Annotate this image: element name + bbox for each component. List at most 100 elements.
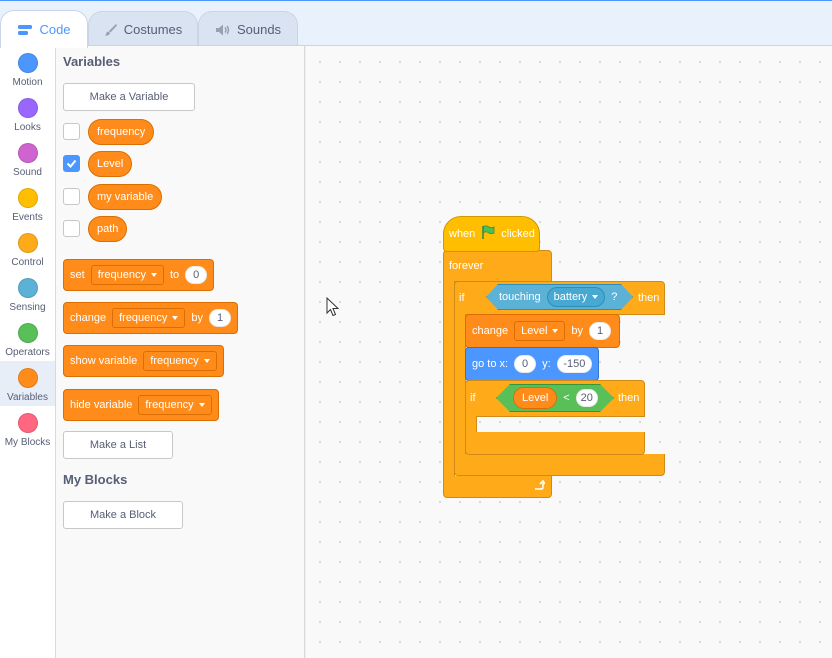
checkmark-icon bbox=[66, 159, 77, 168]
sensing-color-dot bbox=[17, 278, 38, 298]
tab-costumes[interactable]: Costumes bbox=[88, 11, 198, 47]
y-input[interactable]: -150 bbox=[556, 355, 592, 373]
category-motion[interactable]: Motion bbox=[0, 46, 55, 91]
dropdown-value: frequency bbox=[119, 312, 168, 324]
variable-reporter-my-variable[interactable]: my variable bbox=[88, 184, 163, 210]
category-operators[interactable]: Operators bbox=[0, 316, 55, 361]
operator-symbol: < bbox=[563, 392, 570, 404]
make-block-button[interactable]: Make a Block bbox=[63, 501, 183, 529]
motion-color-dot bbox=[17, 53, 38, 73]
category-sensing[interactable]: Sensing bbox=[0, 271, 55, 316]
hide-variable-block[interactable]: hide variable frequency bbox=[63, 389, 219, 421]
touching-label: touching bbox=[499, 291, 541, 303]
change-variable-block[interactable]: change frequency by 1 bbox=[63, 302, 239, 334]
hat-label-when: when bbox=[449, 228, 476, 240]
variable-checkbox-level[interactable] bbox=[63, 155, 80, 172]
less-than-operator[interactable]: Level < 20 bbox=[496, 384, 614, 412]
variables-heading: Variables bbox=[63, 54, 121, 69]
tab-label: Costumes bbox=[123, 22, 183, 37]
if-level-arm bbox=[465, 416, 477, 433]
operators-color-dot bbox=[17, 323, 38, 343]
x-input[interactable]: 0 bbox=[514, 355, 537, 373]
block-label: hide variable bbox=[70, 399, 133, 411]
top-accent-line bbox=[0, 0, 832, 1]
forever-footer bbox=[443, 476, 552, 498]
dropdown-value: frequency bbox=[145, 399, 194, 411]
category-label: Sensing bbox=[9, 302, 46, 313]
my-blocks-color-dot bbox=[17, 413, 38, 433]
category-events[interactable]: Events bbox=[0, 181, 55, 226]
dropdown-value: frequency bbox=[97, 269, 146, 281]
code-icon bbox=[17, 24, 33, 36]
if-label: if bbox=[459, 292, 465, 304]
category-control[interactable]: Control bbox=[0, 226, 55, 271]
category-variables[interactable]: Variables bbox=[0, 361, 55, 406]
variable-dropdown[interactable]: frequency bbox=[138, 395, 212, 415]
category-sound[interactable]: Sound bbox=[0, 136, 55, 181]
scratch-editor: Code Costumes Sounds Motion Looks Sound bbox=[0, 0, 832, 658]
dropdown-caret-icon bbox=[172, 316, 179, 320]
category-looks[interactable]: Looks bbox=[0, 91, 55, 136]
variable-dropdown[interactable]: frequency bbox=[143, 351, 217, 371]
make-list-button[interactable]: Make a List bbox=[63, 431, 173, 459]
variable-dropdown[interactable]: Level bbox=[514, 321, 566, 341]
if-level-footer bbox=[465, 432, 645, 455]
variable-checkbox-frequency[interactable] bbox=[63, 123, 80, 140]
touching-sensing-block[interactable]: touching battery ? bbox=[486, 284, 633, 310]
dropdown-value: Level bbox=[521, 325, 548, 337]
script-canvas[interactable]: forever when clicked if then touching ba… bbox=[306, 46, 832, 658]
category-label: Sound bbox=[13, 167, 42, 178]
value-input[interactable]: 1 bbox=[209, 309, 232, 327]
category-label: Variables bbox=[7, 392, 48, 403]
tab-code[interactable]: Code bbox=[0, 10, 88, 48]
category-my-blocks[interactable]: My Blocks bbox=[0, 406, 55, 451]
speaker-icon bbox=[215, 23, 231, 37]
sound-color-dot bbox=[17, 143, 38, 163]
category-menu: Motion Looks Sound Events Control Sensin… bbox=[0, 46, 56, 658]
question-label: ? bbox=[611, 291, 618, 303]
tab-label: Sounds bbox=[236, 22, 282, 37]
set-variable-block[interactable]: set frequency to 0 bbox=[63, 259, 215, 291]
make-variable-button[interactable]: Make a Variable bbox=[63, 83, 195, 111]
go-to-xy-block[interactable]: go to x: 0 y: -150 bbox=[465, 347, 599, 381]
hat-label-clicked: clicked bbox=[501, 228, 535, 240]
variable-reporter-level[interactable]: Level bbox=[88, 151, 133, 177]
category-label: Operators bbox=[5, 347, 50, 358]
block-label: go to x: bbox=[472, 358, 509, 370]
block-label: y: bbox=[542, 358, 551, 370]
variable-checkbox-my-variable[interactable] bbox=[63, 188, 80, 205]
block-label: change bbox=[472, 325, 509, 337]
forever-block[interactable]: forever bbox=[443, 250, 552, 282]
mouse-cursor-icon bbox=[326, 296, 340, 322]
dropdown-caret-icon bbox=[552, 329, 559, 333]
tab-sounds[interactable]: Sounds bbox=[198, 11, 298, 47]
change-level-block[interactable]: change Level by 1 bbox=[465, 314, 620, 348]
value-input[interactable]: 1 bbox=[589, 322, 612, 340]
when-flag-clicked-block[interactable]: when clicked bbox=[443, 216, 540, 252]
block-label: change bbox=[70, 312, 107, 324]
dropdown-value: frequency bbox=[150, 355, 199, 367]
dropdown-caret-icon bbox=[151, 273, 157, 277]
variable-reporter-path[interactable]: path bbox=[88, 216, 128, 242]
block-label: to bbox=[170, 269, 180, 281]
dropdown-caret-icon bbox=[198, 403, 205, 407]
forever-label: forever bbox=[449, 260, 484, 272]
block-label: by bbox=[571, 325, 584, 337]
variable-checkbox-path[interactable] bbox=[63, 220, 80, 237]
then-label: then bbox=[638, 292, 660, 304]
compare-value-input[interactable]: 20 bbox=[576, 389, 598, 407]
variable-dropdown[interactable]: frequency bbox=[112, 308, 186, 328]
loop-arrow-icon bbox=[533, 479, 546, 497]
variable-dropdown[interactable]: frequency bbox=[90, 265, 164, 285]
level-reporter[interactable]: Level bbox=[513, 387, 557, 409]
show-variable-block[interactable]: show variable frequency bbox=[63, 345, 224, 377]
then-label: then bbox=[618, 392, 640, 404]
editor-tabs: Code Costumes Sounds bbox=[0, 2, 832, 48]
touching-target-dropdown[interactable]: battery bbox=[547, 287, 606, 307]
if-touching-footer bbox=[454, 454, 665, 476]
category-label: Control bbox=[11, 257, 44, 268]
value-input[interactable]: 0 bbox=[185, 266, 208, 284]
category-label: My Blocks bbox=[4, 437, 51, 448]
my-blocks-heading: My Blocks bbox=[63, 472, 128, 487]
variable-reporter-frequency[interactable]: frequency bbox=[88, 119, 155, 145]
